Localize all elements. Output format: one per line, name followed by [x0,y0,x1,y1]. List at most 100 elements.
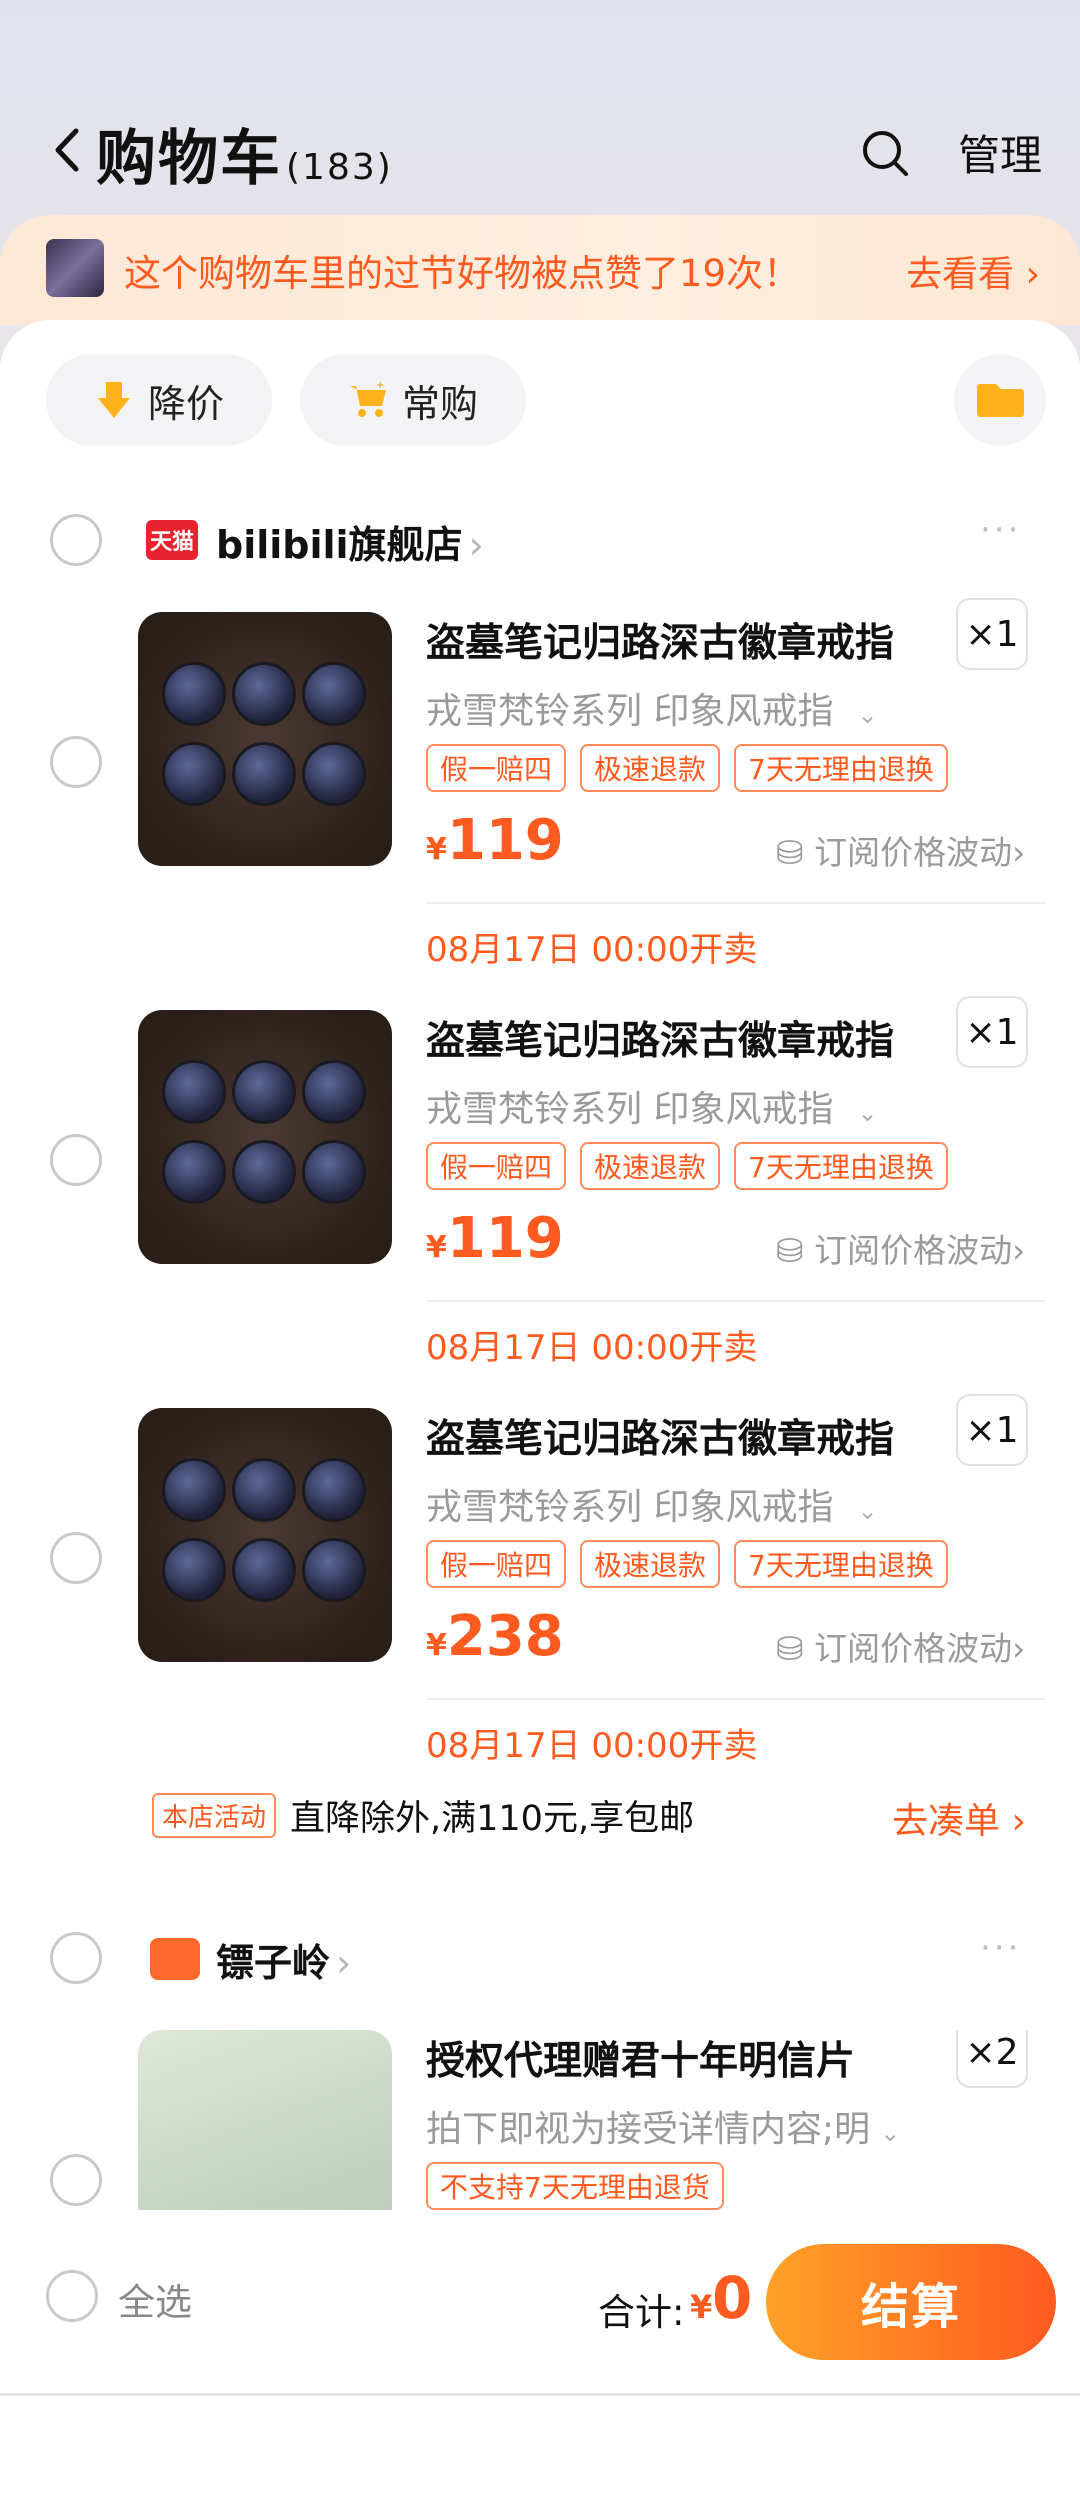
chart-icon: ⛁ [776,1629,815,1668]
variant-selector[interactable]: 戎雪梵铃系列 印象风戒指 ⌄ [426,682,878,734]
promo-link[interactable]: 去看看 › [906,245,1040,297]
promo-text: 这个购物车里的过节好物被点赞了19次！ [124,252,801,295]
cart-count: (183) [286,147,393,188]
store-select-radio[interactable] [50,1932,102,1984]
badge-graphic [232,742,296,806]
svg-text:+: + [376,380,384,391]
filter-price-drop-label: 降价 [147,381,224,426]
gather-order-link[interactable]: 去凑单 › [892,1792,1026,1844]
chart-icon: ⛁ [776,1231,815,1270]
price-watch-link[interactable]: ⛁ 订阅价格波动› [776,1224,1025,1272]
currency-symbol: ¥ [426,1628,447,1663]
chevron-right-icon: › [1012,833,1026,872]
search-icon[interactable] [860,128,910,178]
filter-price-drop[interactable]: 降价 [46,354,272,446]
promo-thumbnail [46,239,104,297]
service-tags: 假一赔四 极速退款 7天无理由退换 [426,744,948,792]
total-label: 合计: [598,2291,685,2334]
select-all-label[interactable]: 全选 [118,2272,192,2326]
folder-button[interactable] [954,354,1046,446]
page-title-text: 购物车 [96,124,282,194]
quantity-stepper[interactable]: ×1 [956,996,1028,1068]
badge-graphic [162,1458,226,1522]
store-select-radio[interactable] [50,514,102,566]
badge-graphic [162,662,226,726]
badge-graphic [162,742,226,806]
product-image[interactable] [138,1010,392,1264]
quantity-stepper[interactable]: ×1 [956,1394,1028,1466]
service-tag: 7天无理由退换 [734,744,948,792]
price-watch-label: 订阅价格波动 [814,833,1013,872]
filter-frequent[interactable]: + 常购 [300,354,526,446]
promo-link-label: 去看看 [906,254,1015,295]
currency-symbol: ¥ [426,832,447,867]
sale-start-time: 08月17日 00:00开卖 [426,930,758,970]
select-all-radio[interactable] [46,2270,98,2322]
price-watch-label: 订阅价格波动 [814,1231,1013,1270]
item-select-radio[interactable] [50,2154,102,2206]
sale-start-time: 08月17日 00:00开卖 [426,1328,758,1368]
quantity-stepper[interactable]: ×1 [956,598,1028,670]
promo-banner[interactable]: 这个购物车里的过节好物被点赞了19次！ 去看看 › [0,215,1080,325]
badge-graphic [162,1060,226,1124]
more-options-icon[interactable]: ··· [980,510,1021,550]
item-select-radio[interactable] [50,736,102,788]
service-tag: 极速退款 [580,1540,721,1588]
variant-selector[interactable]: 戎雪梵铃系列 印象风戒指 ⌄ [426,1478,878,1530]
store-name-text: bilibili旗舰店 [216,523,463,567]
divider [426,902,1046,904]
chevron-down-icon: ⌄ [857,701,878,729]
service-tag: 极速退款 [580,744,721,792]
product-title[interactable]: 盗墓笔记归路深古徽章戒指 [426,1010,894,1066]
item-select-radio[interactable] [50,1134,102,1186]
cart-item: 盗墓笔记归路深古徽章戒指 ×1 戎雪梵铃系列 印象风戒指 ⌄ 假一赔四 极速退款 … [18,1394,1062,1806]
product-price: ¥238 [426,1604,564,1669]
currency-symbol: ¥ [426,1230,447,1265]
service-tag: 极速退款 [580,1142,721,1190]
store-card-bilibili: 天猫 bilibili旗舰店 › ··· 盗墓笔记归路深古徽章戒指 ×1 戎雪梵铃… [18,470,1062,1860]
quantity-stepper[interactable]: ×2 [956,2030,1028,2088]
variant-text: 拍下即视为接受详情内容;明 [426,2109,871,2150]
price-value: 238 [446,1604,564,1669]
product-image[interactable] [138,1408,392,1662]
variant-selector[interactable]: 戎雪梵铃系列 印象风戒指 ⌄ [426,1080,878,1132]
checkout-bar: 全选 合计: ¥ 0 结算 [0,2210,1080,2396]
variant-text: 戎雪梵铃系列 印象风戒指 [426,1487,834,1528]
price-watch-link[interactable]: ⛁ 订阅价格波动› [776,1622,1025,1670]
product-price: ¥119 [426,808,564,873]
tmall-logo: 天猫 [146,520,198,560]
variant-selector[interactable]: 拍下即视为接受详情内容;明 ⌄ [426,2100,900,2152]
checkout-button[interactable]: 结算 [766,2244,1056,2360]
header: 购物车 (183) 管理 [0,0,1080,215]
service-tag: 7天无理由退换 [734,1142,948,1190]
product-title[interactable]: 授权代理赠君十年明信片 [426,2030,855,2086]
badge-graphic [232,1538,296,1602]
manage-button[interactable]: 管理 [958,122,1042,183]
item-select-radio[interactable] [50,1532,102,1584]
chevron-down-icon: ⌄ [880,2119,901,2147]
service-tag: 7天无理由退换 [734,1540,948,1588]
cart-item: 授权代理赠君十年明信片 ×2 拍下即视为接受详情内容;明 ⌄ 不支持7天无理由退货 [18,2030,1062,2210]
back-arrow-icon[interactable] [48,125,88,175]
service-tag: 假一赔四 [426,1540,567,1588]
product-image[interactable] [138,2030,392,2210]
badge-graphic [232,1060,296,1124]
store-name[interactable]: bilibili旗舰店 › [216,514,484,569]
service-tags: 假一赔四 极速退款 7天无理由退换 [426,1540,948,1588]
page-title: 购物车 (183) [96,110,393,197]
chevron-right-icon: › [1014,254,1040,295]
divider [426,1300,1046,1302]
price-watch-link[interactable]: ⛁ 订阅价格波动› [776,826,1025,874]
chevron-right-icon: › [468,523,484,567]
badge-graphic [302,662,366,726]
badge-graphic [232,662,296,726]
store-name[interactable]: 镖子岭 › [216,1932,351,1987]
more-options-icon[interactable]: ··· [980,1928,1021,1968]
badge-graphic [302,1140,366,1204]
product-image[interactable] [138,612,392,866]
badge-graphic [162,1140,226,1204]
badge-graphic [162,1538,226,1602]
product-title[interactable]: 盗墓笔记归路深古徽章戒指 [426,612,894,668]
activity-badge: 本店活动 [152,1793,277,1838]
product-title[interactable]: 盗墓笔记归路深古徽章戒指 [426,1408,894,1464]
